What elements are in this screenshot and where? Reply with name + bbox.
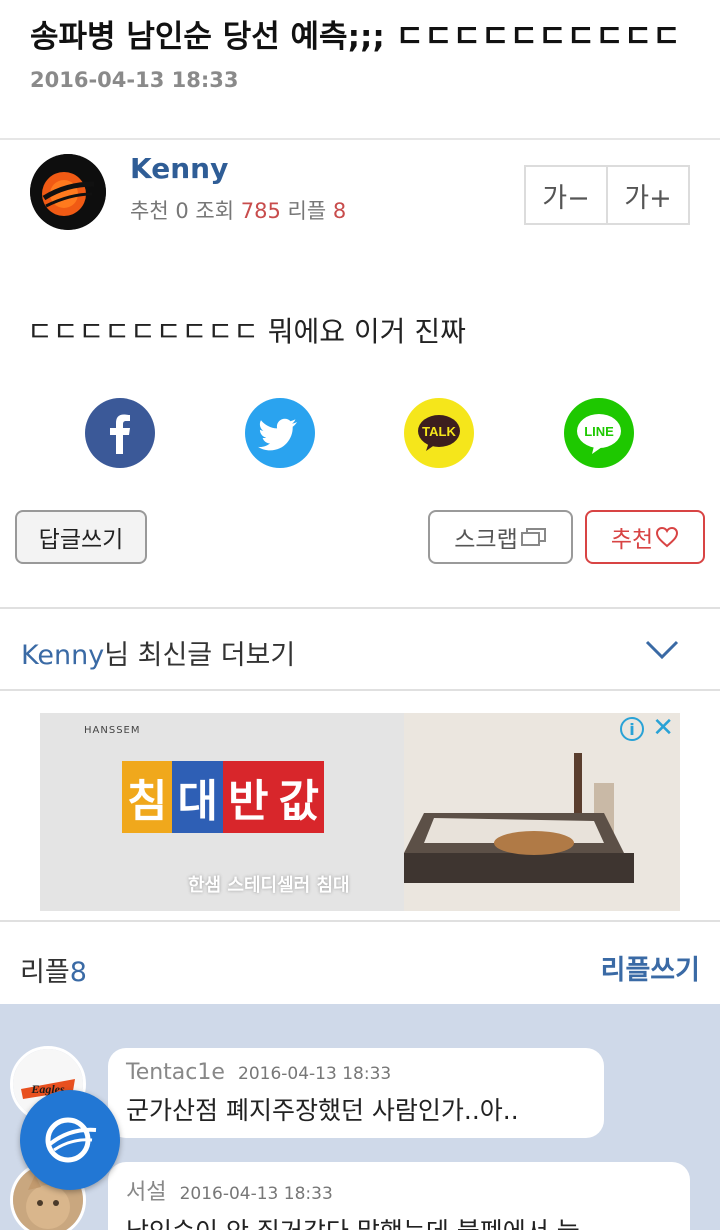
comment-date: 2016-04-13 18:33 [179, 1184, 333, 1204]
ad-headline: 침 대 반 값 [122, 761, 324, 833]
author-more-posts[interactable]: Kenny님 최신글 더보기 [0, 607, 720, 691]
ad-left-panel: HANSSEM 침 대 반 값 한샘 스테디셀러 침대 [40, 713, 404, 911]
ad-brand-logo: HANSSEM [84, 725, 141, 736]
comment-text: 남인순이 안 질거같다 말했는데 불펜에서 늘 [126, 1212, 672, 1230]
post-body: ㄷㄷㄷㄷㄷㄷㄷㄷㄷ 뭐에요 이거 진짜 [27, 315, 466, 348]
home-floating-button[interactable] [20, 1090, 120, 1190]
twitter-icon [258, 418, 297, 451]
comment-date: 2016-04-13 18:33 [238, 1064, 392, 1084]
replies-header: 리플8 리플쓰기 [0, 920, 720, 1004]
author-avatar-image [30, 154, 106, 230]
bed-illustration [404, 713, 680, 911]
kakaotalk-label: TALK [422, 424, 456, 439]
comment-author[interactable]: Tentac1e [126, 1060, 225, 1085]
post-title: 송파병 남인순 당선 예측;;; ㄷㄷㄷㄷㄷㄷㄷㄷㄷㄷ [30, 19, 681, 55]
ad-headline-char: 값 [273, 761, 324, 833]
scrap-icon [520, 528, 546, 546]
facebook-icon [110, 414, 130, 454]
comment-item[interactable]: Tentac1e 2016-04-13 18:33 군가산점 폐지주장했던 사람… [108, 1048, 604, 1138]
comment-item[interactable]: 서설 2016-04-13 18:33 남인순이 안 질거같다 말했는데 불펜에… [108, 1162, 690, 1230]
more-posts-text: Kenny님 최신글 더보기 [21, 633, 295, 672]
facebook-share-button[interactable] [85, 398, 155, 468]
ad-bed-image: i ✕ [404, 713, 680, 911]
replies-number: 8 [69, 957, 87, 988]
replies-count: 8 [332, 199, 347, 223]
post-header: 송파병 남인순 당선 예측;;; ㄷㄷㄷㄷㄷㄷㄷㄷㄷㄷ 2016-04-13 1… [0, 0, 720, 140]
views-count: 785 [240, 199, 281, 223]
reply-write-button[interactable]: 답글쓰기 [15, 510, 147, 564]
comment-author[interactable]: 서설 [126, 1180, 166, 1205]
advertisement-banner[interactable]: HANSSEM 침 대 반 값 한샘 스테디셀러 침대 i ✕ [40, 713, 680, 911]
more-posts-label: 님 최신글 더보기 [104, 640, 296, 671]
twitter-share-button[interactable] [245, 398, 315, 468]
heart-icon [656, 526, 679, 548]
scrap-label: 스크랩 [454, 527, 518, 553]
line-share-button[interactable]: LINE [564, 398, 634, 468]
author-avatar[interactable] [30, 154, 106, 230]
font-increase-button[interactable]: 가+ [606, 167, 688, 223]
font-decrease-button[interactable]: 가− [526, 167, 606, 223]
replies-label: 리플 [287, 199, 327, 223]
replies-label: 리플 [20, 957, 70, 988]
views-label: 조회 [195, 199, 235, 223]
ad-headline-char: 대 [172, 761, 223, 833]
write-reply-link[interactable]: 리플쓰기 [601, 948, 700, 987]
author-row: Kenny 추천 0 조회 785 리플 8 가− 가+ [0, 140, 720, 240]
comment-text: 군가산점 폐지주장했던 사람인가..아.. [126, 1096, 519, 1125]
scrap-button[interactable]: 스크랩 [428, 510, 573, 564]
author-stats: 추천 0 조회 785 리플 8 [130, 195, 346, 225]
kakaotalk-icon: TALK [418, 415, 460, 451]
line-label: LINE [584, 424, 614, 439]
ad-headline-char: 반 [222, 761, 274, 833]
ad-subtitle: 한샘 스테디셀러 침대 [188, 875, 350, 896]
recommend-count: 0 [175, 199, 189, 223]
site-logo-icon [45, 1117, 97, 1163]
recommend-button-label: 추천 [610, 527, 654, 553]
ad-info-icon[interactable]: i [620, 717, 644, 741]
ad-headline-char: 침 [122, 761, 173, 833]
chevron-down-icon [645, 640, 679, 660]
author-name[interactable]: Kenny [130, 152, 228, 185]
recommend-button[interactable]: 추천 [585, 510, 705, 564]
post-date: 2016-04-13 18:33 [30, 68, 239, 92]
font-size-controls: 가− 가+ [524, 165, 690, 225]
recommend-label: 추천 [130, 199, 169, 223]
line-icon: LINE [577, 414, 621, 454]
replies-count-label: 리플8 [20, 950, 87, 989]
kakaotalk-share-button[interactable]: TALK [404, 398, 474, 468]
more-posts-author: Kenny [21, 640, 105, 671]
ad-close-icon[interactable]: ✕ [652, 713, 674, 743]
